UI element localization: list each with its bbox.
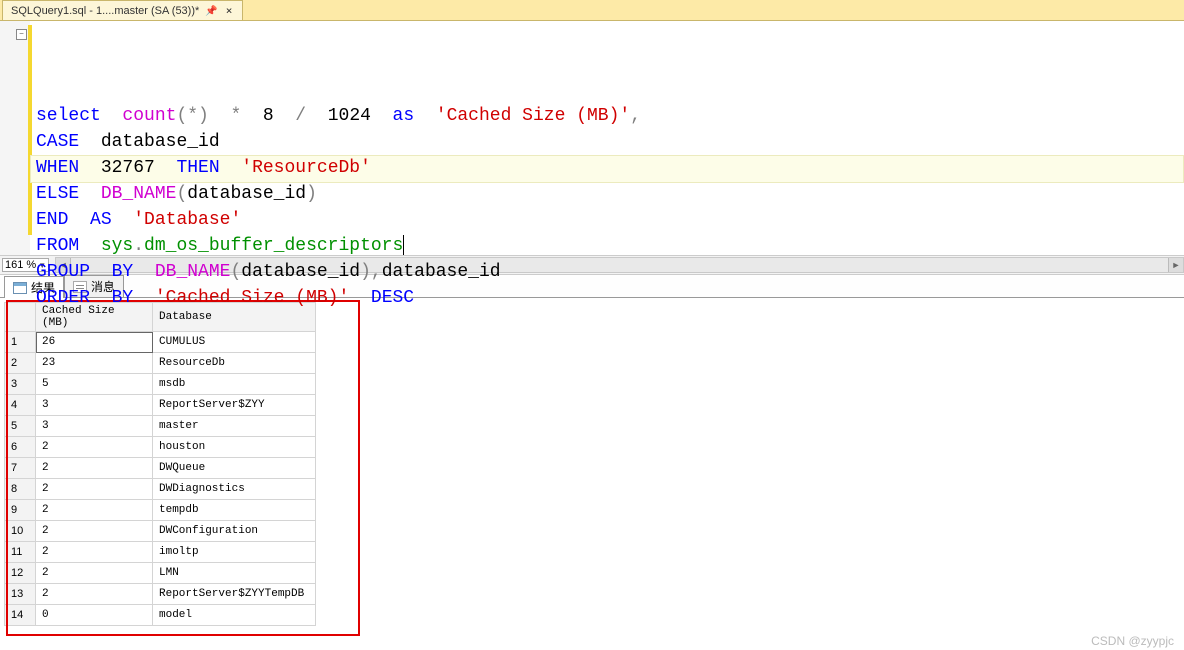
cell[interactable]: 0 (36, 605, 153, 626)
cell[interactable]: ReportServer$ZYYTempDB (153, 584, 316, 605)
table-row[interactable]: 62houston (5, 437, 316, 458)
row-number[interactable]: 7 (5, 458, 36, 479)
cell[interactable]: model (153, 605, 316, 626)
cell[interactable]: 5 (36, 374, 153, 395)
cell[interactable]: master (153, 416, 316, 437)
row-number[interactable]: 13 (5, 584, 36, 605)
row-number[interactable]: 5 (5, 416, 36, 437)
code-line: CASE database_id (36, 129, 1178, 155)
cell[interactable]: 3 (36, 395, 153, 416)
row-number[interactable]: 11 (5, 542, 36, 563)
code-line: ELSE DB_NAME(database_id) (36, 181, 1178, 207)
editor-gutter: − (0, 21, 30, 255)
watermark-text: CSDN @zyypjc (1091, 634, 1174, 648)
grid-corner (5, 303, 36, 332)
table-row[interactable]: 43ReportServer$ZYY (5, 395, 316, 416)
row-number[interactable]: 10 (5, 521, 36, 542)
code-line: END AS 'Database' (36, 207, 1178, 233)
cell[interactable]: houston (153, 437, 316, 458)
zoom-value: 161 % (5, 259, 36, 271)
table-row[interactable]: 72DWQueue (5, 458, 316, 479)
fold-toggle[interactable]: − (16, 29, 27, 40)
table-row[interactable]: 53master (5, 416, 316, 437)
cell[interactable]: LMN (153, 563, 316, 584)
table-row[interactable]: 102DWConfiguration (5, 521, 316, 542)
sql-editor-pane: − select count(*) * 8 / 1024 as 'Cached … (0, 21, 1184, 256)
code-line: FROM sys.dm_os_buffer_descriptors (36, 233, 1178, 259)
cell[interactable]: 2 (36, 479, 153, 500)
row-number[interactable]: 2 (5, 353, 36, 374)
results-grid[interactable]: Cached Size (MB)Database126CUMULUS223Res… (4, 302, 316, 626)
cell[interactable]: imoltp (153, 542, 316, 563)
cell[interactable]: DWDiagnostics (153, 479, 316, 500)
row-number[interactable]: 3 (5, 374, 36, 395)
cell[interactable]: 2 (36, 563, 153, 584)
cell[interactable]: ReportServer$ZYY (153, 395, 316, 416)
code-line: select count(*) * 8 / 1024 as 'Cached Si… (36, 103, 1178, 129)
text-cursor (403, 235, 404, 255)
document-tab-bar: SQLQuery1.sql - 1....master (SA (53))* × (0, 0, 1184, 21)
row-number[interactable]: 4 (5, 395, 36, 416)
row-number[interactable]: 6 (5, 437, 36, 458)
row-number[interactable]: 8 (5, 479, 36, 500)
table-row[interactable]: 223ResourceDb (5, 353, 316, 374)
cell[interactable]: ResourceDb (153, 353, 316, 374)
table-row[interactable]: 132ReportServer$ZYYTempDB (5, 584, 316, 605)
document-tab[interactable]: SQLQuery1.sql - 1....master (SA (53))* × (2, 0, 243, 20)
row-number[interactable]: 12 (5, 563, 36, 584)
cell[interactable]: CUMULUS (153, 332, 316, 353)
cell[interactable]: 2 (36, 542, 153, 563)
code-line: ORDER BY 'Cached Size (MB)' DESC (36, 285, 1178, 311)
cell[interactable]: 2 (36, 521, 153, 542)
code-line: GROUP BY DB_NAME(database_id),database_i… (36, 259, 1178, 285)
cell[interactable]: 26 (36, 332, 153, 353)
table-row[interactable]: 82DWDiagnostics (5, 479, 316, 500)
sql-editor[interactable]: select count(*) * 8 / 1024 as 'Cached Si… (30, 21, 1184, 255)
code-line: WHEN 32767 THEN 'ResourceDb' (36, 155, 1178, 181)
tab-title: SQLQuery1.sql - 1....master (SA (53))* (11, 5, 199, 17)
table-row[interactable]: 126CUMULUS (5, 332, 316, 353)
cell[interactable]: 2 (36, 500, 153, 521)
cell[interactable]: 23 (36, 353, 153, 374)
cell[interactable]: msdb (153, 374, 316, 395)
cell[interactable]: tempdb (153, 500, 316, 521)
row-number[interactable]: 14 (5, 605, 36, 626)
result-area: Cached Size (MB)Database126CUMULUS223Res… (0, 298, 1184, 638)
table-row[interactable]: 112imoltp (5, 542, 316, 563)
cell[interactable]: 2 (36, 458, 153, 479)
grid-icon (13, 282, 27, 294)
cell[interactable]: 3 (36, 416, 153, 437)
cell[interactable]: 2 (36, 437, 153, 458)
cell[interactable]: DWQueue (153, 458, 316, 479)
pin-icon[interactable] (205, 5, 217, 17)
row-number[interactable]: 1 (5, 332, 36, 353)
cell[interactable]: 2 (36, 584, 153, 605)
row-number[interactable]: 9 (5, 500, 36, 521)
table-row[interactable]: 92tempdb (5, 500, 316, 521)
table-row[interactable]: 122LMN (5, 563, 316, 584)
cell[interactable]: DWConfiguration (153, 521, 316, 542)
table-row[interactable]: 140model (5, 605, 316, 626)
table-row[interactable]: 35msdb (5, 374, 316, 395)
close-icon[interactable]: × (224, 4, 235, 17)
